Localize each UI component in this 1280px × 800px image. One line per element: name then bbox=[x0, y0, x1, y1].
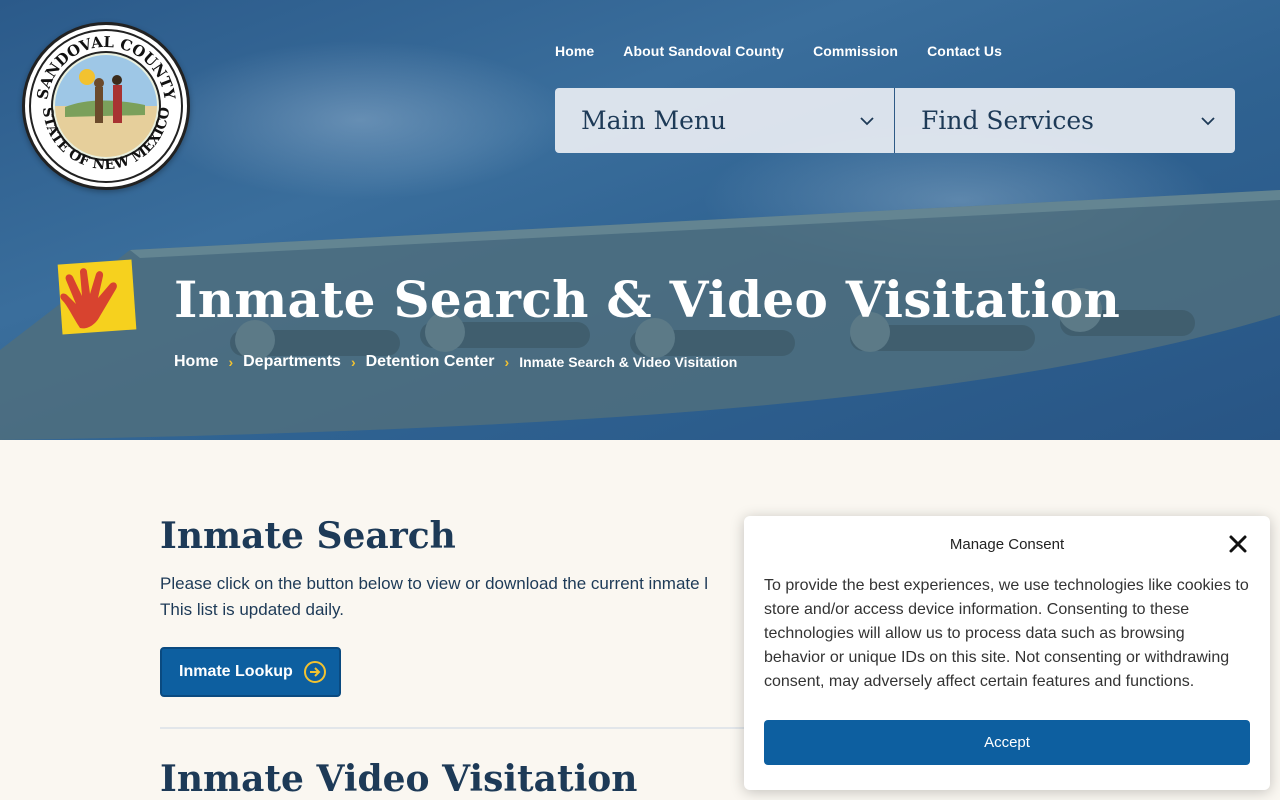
county-seal-icon: SANDOVAL COUNTY STATE OF NEW MEXICO bbox=[29, 29, 183, 183]
find-services-dropdown[interactable]: Find Services bbox=[895, 88, 1235, 153]
hero-adobe-wall-image bbox=[0, 190, 1280, 440]
accept-button[interactable]: Accept bbox=[764, 720, 1250, 765]
consent-body: To provide the best experiences, we use … bbox=[764, 577, 1249, 690]
breadcrumb-separator: › bbox=[228, 354, 234, 370]
close-icon[interactable] bbox=[1224, 530, 1252, 558]
top-navigation: Home About Sandoval County Commission Co… bbox=[555, 43, 1002, 59]
breadcrumb-current: Inmate Search & Video Visitation bbox=[519, 354, 738, 370]
nav-link-home[interactable]: Home bbox=[555, 43, 594, 59]
consent-title: Manage Consent bbox=[949, 536, 1065, 553]
breadcrumb: Home › Departments › Detention Center › … bbox=[174, 353, 737, 371]
inmate-search-text-line2: This list is updated daily. bbox=[160, 600, 344, 619]
main-menu-label: Main Menu bbox=[581, 106, 727, 135]
section-divider bbox=[160, 727, 760, 729]
breadcrumb-detention-center[interactable]: Detention Center bbox=[366, 353, 495, 371]
nav-link-contact[interactable]: Contact Us bbox=[927, 43, 1002, 59]
breadcrumb-separator: › bbox=[504, 354, 510, 370]
main-menu-dropdown[interactable]: Main Menu bbox=[555, 88, 895, 153]
inmate-search-heading: Inmate Search bbox=[160, 515, 456, 557]
breadcrumb-separator: › bbox=[350, 354, 356, 370]
nav-link-about[interactable]: About Sandoval County bbox=[623, 43, 784, 59]
chevron-down-icon bbox=[1201, 116, 1215, 125]
hero-banner bbox=[0, 0, 1280, 440]
menu-dropdowns: Main Menu Find Services bbox=[555, 88, 1235, 153]
inmate-search-text-line1: Please click on the button below to view… bbox=[160, 574, 709, 593]
inmate-lookup-button[interactable]: Inmate Lookup bbox=[160, 647, 341, 697]
inmate-search-description: Please click on the button below to view… bbox=[160, 571, 760, 623]
county-seal-logo[interactable]: SANDOVAL COUNTY STATE OF NEW MEXICO bbox=[22, 22, 190, 190]
consent-dialog: Manage Consent To provide the best exper… bbox=[744, 516, 1270, 790]
main-content: Inmate Search Please click on the button… bbox=[160, 515, 760, 697]
page-title: Inmate Search & Video Visitation bbox=[174, 270, 1121, 329]
chevron-down-icon bbox=[860, 116, 874, 125]
arrow-circle-right-icon bbox=[303, 661, 326, 683]
breadcrumb-departments[interactable]: Departments bbox=[243, 353, 341, 371]
hand-logo-icon bbox=[57, 259, 137, 335]
breadcrumb-home[interactable]: Home bbox=[174, 353, 218, 371]
inmate-lookup-label: Inmate Lookup bbox=[179, 663, 293, 680]
video-visitation-heading: Inmate Video Visitation bbox=[160, 758, 638, 800]
nav-link-commission[interactable]: Commission bbox=[813, 43, 898, 59]
find-services-label: Find Services bbox=[921, 106, 1095, 135]
